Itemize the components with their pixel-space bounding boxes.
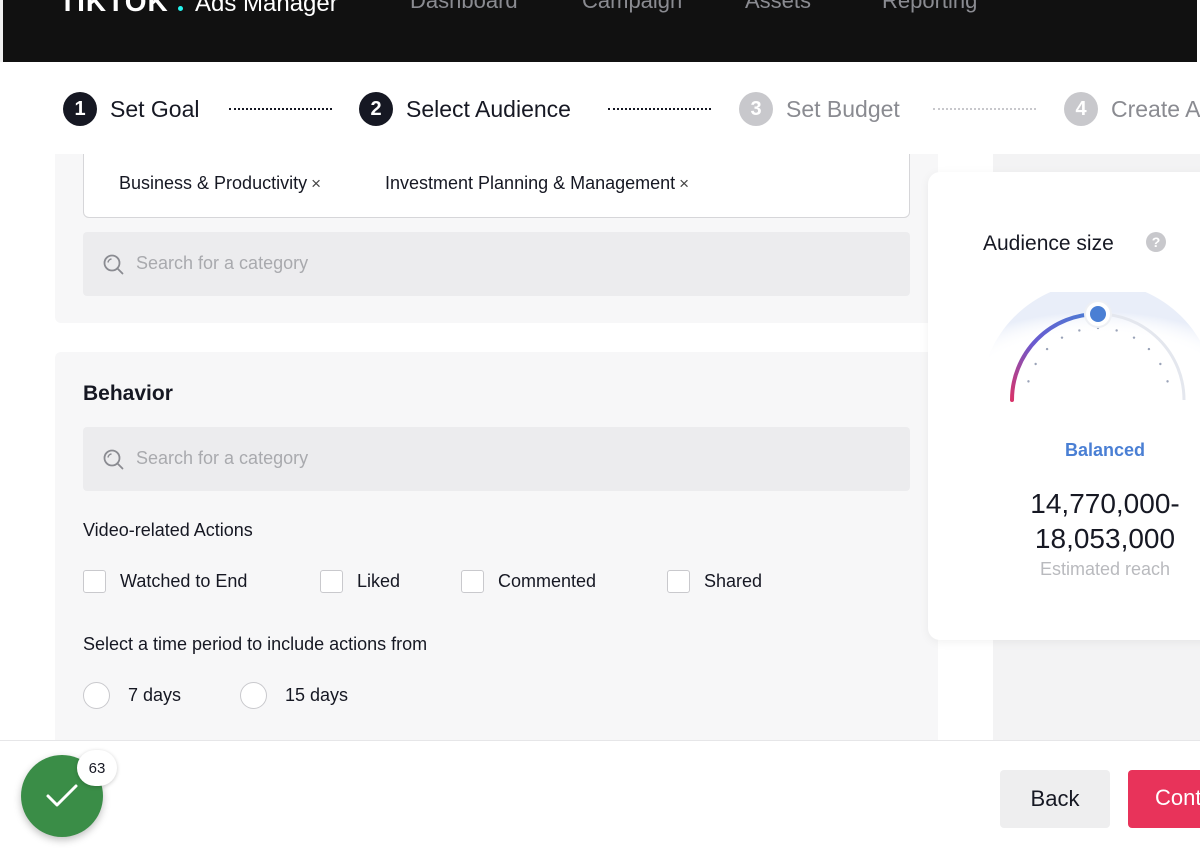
continue-button[interactable]: Continue [1128,770,1200,828]
tag-remove-icon[interactable]: × [679,174,689,193]
tag-chip: Investment Planning & Management × [385,173,689,194]
step-number: 4 [1064,92,1098,126]
audience-status: Balanced [1064,440,1146,460]
radio-15-days[interactable]: 15 days [240,682,348,709]
progress-stepper: 1 Set Goal 2 Select Audience 3 Set Budge… [0,62,1200,154]
audience-size-card: Audience size ? Balanced 14,770,000- 18,… [928,172,1200,640]
reach-low: 14,770,000- [1030,488,1180,519]
continue-label: Continue [1155,785,1200,810]
checkbox-liked[interactable]: Liked [320,570,400,593]
gauge-tick [1078,329,1081,332]
gauge-tick [1060,336,1064,339]
checkbox-label: Shared [704,571,763,591]
reach-high: 18,053,000 [1034,523,1176,554]
tag-label: Investment Planning & Management [385,173,676,193]
checkbox-commented[interactable]: Commented [461,570,596,593]
step-label: Set Goal [110,95,200,122]
gauge-tick [1166,380,1169,383]
radio-circle[interactable] [83,682,110,709]
nav-link-reporting[interactable]: Reporting [882,0,977,14]
checkbox-watched-to-end[interactable]: Watched to End [83,570,247,593]
interests-card: Business & Productivity × Investment Plan… [55,154,938,323]
step-select-audience[interactable]: 2 Select Audience [359,92,571,126]
search-icon [103,449,124,470]
search-placeholder: Search for a category [136,253,309,273]
step-connector [933,108,1036,110]
checkbox-shared[interactable]: Shared [667,570,762,593]
radio-circle[interactable] [240,682,267,709]
behavior-card: Behavior Search for a category Video-rel… [55,352,938,740]
gauge-tick [1045,347,1049,351]
nav-link-campaign[interactable]: Campaign [582,0,682,14]
step-set-goal[interactable]: 1 Set Goal [63,92,200,126]
gauge-tick [1034,362,1037,366]
radio-7-days[interactable]: 7 days [83,682,181,709]
gauge-tick [1159,362,1162,366]
checkbox-box[interactable] [83,570,106,593]
step-connector [229,108,332,110]
help-icon[interactable]: ? [1146,232,1166,252]
brand-logo[interactable]: TIKTOK [59,0,169,18]
checkbox-label: Liked [357,571,401,591]
step-number: 3 [739,92,773,126]
step-number: 2 [359,92,393,126]
tag-chip: Business & Productivity × [119,173,321,194]
step-label: Create Ad [1111,95,1200,122]
brand-dot [178,6,183,11]
estimated-reach-label: Estimated reach [1039,559,1171,579]
top-nav: TIKTOK Ads Manager Dashboard Campaign As… [3,0,1197,62]
video-actions-label: Video-related Actions [83,520,253,540]
interest-search-input[interactable]: Search for a category [83,232,910,296]
search-icon [103,254,124,275]
tag-label: Business & Productivity [119,173,308,193]
gauge-tick [1027,380,1030,383]
brand-product: Ads Manager [195,0,338,17]
checkbox-box[interactable] [320,570,343,593]
step-connector [608,108,711,110]
behavior-title: Behavior [83,382,173,405]
checkbox-box[interactable] [667,570,690,593]
check-icon [46,784,78,807]
step-label: Select Audience [406,95,571,122]
checkbox-label: Watched to End [120,571,248,591]
tag-remove-icon[interactable]: × [311,174,321,193]
time-period-label: Select a time period to include actions … [83,634,428,654]
behavior-search-input[interactable]: Search for a category [83,427,910,491]
audience-size-title: Audience size [983,232,1114,255]
footer-bar: Back Continue [0,740,1200,854]
step-label: Set Budget [786,95,900,122]
back-button[interactable]: Back [1000,770,1110,828]
step-number: 1 [63,92,97,126]
nav-link-dashboard[interactable]: Dashboard [410,0,518,14]
step-set-budget[interactable]: 3 Set Budget [739,92,900,126]
selected-tags-box: Business & Productivity × Investment Plan… [83,154,910,218]
radio-label: 15 days [285,685,349,705]
gauge-knob [1090,306,1106,322]
step-create-ad[interactable]: 4 Create Ad [1064,92,1200,126]
search-placeholder: Search for a category [136,448,309,468]
gauge-tick [1132,336,1136,339]
checkbox-label: Commented [498,571,597,591]
checkbox-box[interactable] [461,570,484,593]
audience-gauge [980,292,1200,402]
gauge-tick [1147,347,1151,351]
gauge-tick [1115,329,1118,332]
radio-label: 7 days [128,685,182,705]
estimated-reach-range: 14,770,000- 18,053,000 [928,486,1200,556]
checklist-count-badge: 63 [77,750,117,786]
nav-link-assets[interactable]: Assets [745,0,811,14]
